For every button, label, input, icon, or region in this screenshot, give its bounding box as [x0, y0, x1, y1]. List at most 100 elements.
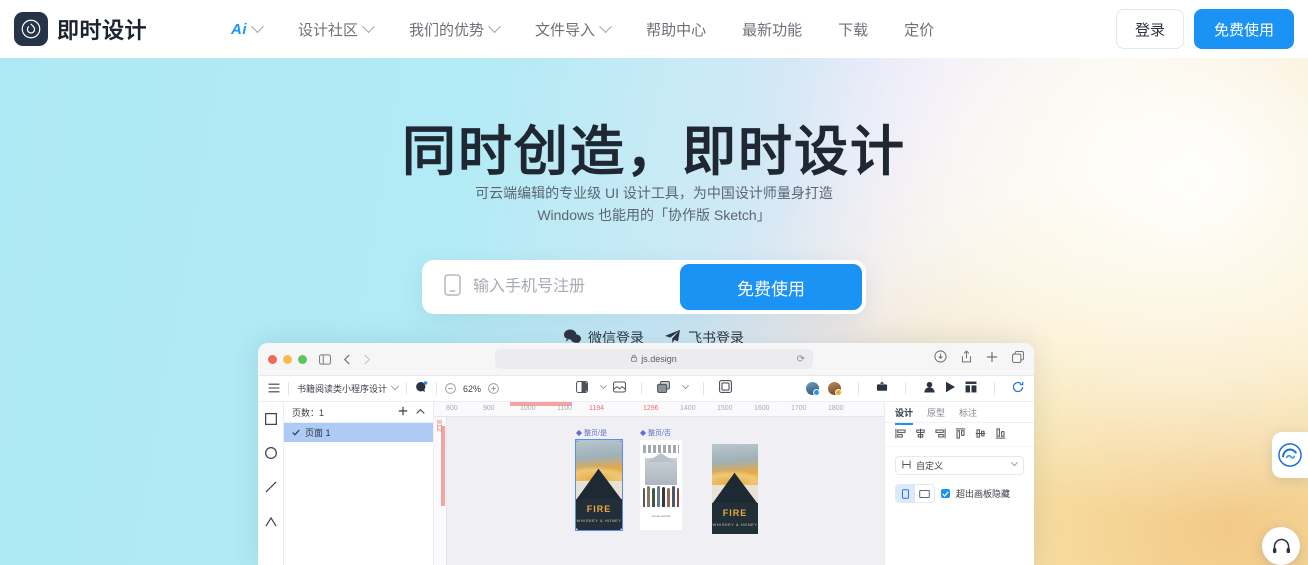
tab-prototype[interactable]: 原型: [927, 406, 945, 419]
sidebar-toggle-icon[interactable]: [319, 353, 331, 365]
zoom-out-button[interactable]: [445, 383, 456, 394]
pen-tool-icon[interactable]: [264, 514, 277, 532]
align-middle-v-icon[interactable]: [975, 426, 986, 444]
check-icon: [292, 428, 300, 438]
component-tool-icon[interactable]: [657, 380, 670, 398]
chevron-down-icon[interactable]: [390, 381, 400, 390]
resize-handle[interactable]: [576, 528, 578, 530]
nav-item-import[interactable]: 文件导入: [535, 19, 612, 40]
tool-palette: [258, 402, 284, 565]
nav-item-pricing[interactable]: 定价: [904, 19, 934, 40]
line-tool-icon[interactable]: [264, 480, 277, 498]
ellipse-tool-icon[interactable]: [264, 446, 277, 464]
headset-support-icon[interactable]: [1262, 527, 1300, 565]
play-icon[interactable]: [945, 380, 956, 398]
free-trial-button[interactable]: 免费使用: [1194, 9, 1294, 49]
artboard[interactable]: 整页/是 FIRE WHISKEY & HONEY: [575, 428, 623, 531]
tab-design[interactable]: 设计: [895, 406, 914, 425]
login-button[interactable]: 登录: [1116, 9, 1184, 49]
minimize-icon[interactable]: [283, 354, 292, 364]
jsdesign-circle-logo-icon[interactable]: [1272, 432, 1308, 478]
hamburger-menu-icon[interactable]: [268, 380, 280, 398]
avatar[interactable]: [806, 382, 820, 396]
photo-artwork: Group portrait: [640, 440, 682, 530]
grid-icon[interactable]: [965, 380, 977, 398]
artboard[interactable]: FIRE WHISKEY & HONEY: [712, 444, 758, 534]
properties-panel: 设计 原型 标注 自定义 超出画板隐藏: [884, 402, 1034, 565]
canvas-area[interactable]: 800 900 1000 1100 1194 1296 1400 1500 16…: [434, 402, 884, 565]
landscape-icon[interactable]: [915, 485, 934, 502]
nav-label: 文件导入: [535, 21, 596, 39]
rect-tool-icon[interactable]: [264, 412, 277, 430]
history-icon[interactable]: [1012, 380, 1024, 398]
orientation-row: 超出画板隐藏: [885, 475, 1034, 503]
artboard-label[interactable]: 整页/是: [576, 428, 622, 438]
nav-item-whatsnew[interactable]: 最新功能: [742, 19, 802, 40]
artboard[interactable]: 整页/否 Group portrait: [640, 428, 682, 530]
ruler-tick: 1700: [791, 405, 807, 412]
toolbar-right: [806, 380, 1024, 398]
align-center-h-icon[interactable]: [915, 426, 926, 444]
chevron-down-icon: [1010, 459, 1019, 467]
list-item[interactable]: 页面 1: [284, 423, 433, 442]
nav-item-download[interactable]: 下载: [838, 19, 868, 40]
nav-item-advantages[interactable]: 我们的优势: [409, 19, 501, 40]
zoom-in-button[interactable]: [488, 383, 499, 394]
ruler-tick-highlight: 1296: [643, 405, 659, 412]
share-icon[interactable]: [961, 350, 972, 368]
artboard-label[interactable]: 整页/否: [640, 428, 682, 438]
artboard-frame[interactable]: FIRE WHISKEY & HONEY: [712, 444, 758, 534]
plus-icon[interactable]: [398, 406, 408, 418]
zoom-level[interactable]: 62%: [463, 384, 481, 394]
chevron-down-icon[interactable]: [681, 382, 690, 390]
layer-label: 页面 1: [305, 428, 331, 438]
page-title: 同时创造，即时设计: [402, 122, 906, 182]
chevron-right-icon[interactable]: [363, 354, 371, 365]
nav-item-ai[interactable]: Ai: [231, 19, 264, 38]
document-name[interactable]: 书籍阅读类小程序设计: [297, 382, 387, 395]
chevron-down-icon[interactable]: [599, 382, 608, 390]
image-tool-icon[interactable]: [613, 380, 626, 398]
size-preset-select[interactable]: 自定义: [895, 456, 1024, 475]
browser-right-icons: [934, 350, 1024, 368]
poster-title: FIRE: [722, 507, 748, 518]
nav-item-help[interactable]: 帮助中心: [646, 19, 706, 40]
new-tab-icon[interactable]: [986, 350, 998, 368]
align-left-icon[interactable]: [895, 426, 906, 444]
chevron-left-icon[interactable]: [343, 354, 351, 365]
nav-label: 下载: [838, 21, 869, 39]
address-bar[interactable]: js.design ⟳: [495, 349, 813, 369]
downloads-icon[interactable]: [934, 350, 947, 368]
window-controls[interactable]: [268, 354, 307, 364]
brand-logo[interactable]: 即时设计: [14, 12, 147, 46]
present-icon[interactable]: [876, 380, 888, 398]
chevron-down-icon: [599, 19, 612, 33]
artboard-frame[interactable]: Group portrait: [640, 440, 682, 530]
orientation-toggle[interactable]: [895, 484, 935, 503]
phone-input[interactable]: [473, 278, 680, 296]
clip-content-checkbox[interactable]: [941, 489, 950, 498]
chevron-up-icon[interactable]: [416, 407, 425, 417]
align-bottom-icon[interactable]: [995, 426, 1006, 444]
tab-overview-icon[interactable]: [1012, 350, 1024, 368]
nav-label: 设计社区: [298, 21, 359, 39]
align-right-icon[interactable]: [935, 426, 946, 444]
artboard-frame[interactable]: FIRE WHISKEY & HONEY: [575, 439, 623, 531]
nav-item-community[interactable]: 设计社区: [298, 19, 375, 40]
ruler-v-selection-range: [441, 426, 445, 506]
close-icon[interactable]: [268, 354, 277, 364]
shape-tool-icon[interactable]: [576, 380, 588, 398]
reload-icon[interactable]: ⟳: [797, 354, 805, 365]
align-top-icon[interactable]: [955, 426, 966, 444]
maximize-icon[interactable]: [298, 354, 307, 364]
avatar[interactable]: [828, 382, 842, 396]
share-members-icon[interactable]: [923, 380, 936, 398]
frame-tool-icon[interactable]: [719, 379, 733, 398]
tab-annotation[interactable]: 标注: [959, 406, 977, 419]
resize-handle[interactable]: [620, 528, 622, 530]
resize-handle[interactable]: [620, 440, 622, 442]
signup-submit-button[interactable]: 免费使用: [680, 264, 862, 310]
comment-icon[interactable]: [415, 380, 428, 398]
nav-label: 定价: [904, 21, 935, 39]
portrait-icon[interactable]: [896, 485, 915, 502]
